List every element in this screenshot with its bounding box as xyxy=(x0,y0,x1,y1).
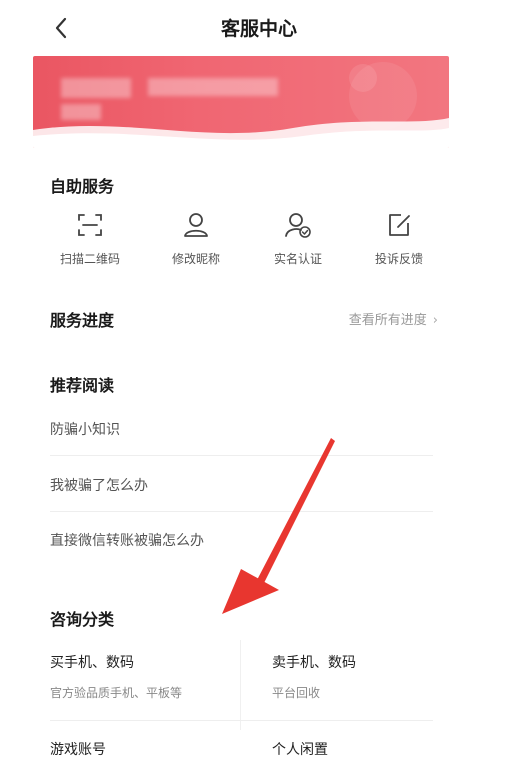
service-complaint[interactable]: 投诉反馈 xyxy=(355,210,443,267)
category-name: 个人闲置 xyxy=(272,742,328,758)
category-name: 买手机、数码 xyxy=(50,655,134,671)
reading-item[interactable]: 防骗小知识 xyxy=(50,419,433,439)
consult-category-buy[interactable]: 买手机、数码 官方验品质手机、平板等 xyxy=(50,652,240,701)
verified-user-icon xyxy=(285,213,311,238)
view-all-progress-link[interactable]: 查看所有进度 › xyxy=(349,309,438,328)
consult-category-sell[interactable]: 卖手机、数码 平台回收 xyxy=(272,652,462,701)
divider xyxy=(50,511,433,512)
service-scan-qr[interactable]: 扫描二维码 xyxy=(46,210,134,267)
divider xyxy=(50,720,433,721)
section-self-service-title: 自助服务 xyxy=(50,177,115,196)
reading-item[interactable]: 我被骗了怎么办 xyxy=(50,475,433,495)
service-label: 修改昵称 xyxy=(171,252,220,266)
consult-category-game-account[interactable]: 游戏账号 xyxy=(50,739,240,759)
view-all-progress-label: 查看所有进度 xyxy=(348,313,427,328)
consult-category-personal-idle[interactable]: 个人闲置 xyxy=(272,739,462,759)
user-banner xyxy=(33,56,449,148)
user-icon xyxy=(184,213,208,237)
top-bar: 客服中心 xyxy=(0,0,518,56)
category-desc: 平台回收 xyxy=(272,686,321,700)
service-edit-nickname[interactable]: 修改昵称 xyxy=(152,210,240,267)
service-label: 实名认证 xyxy=(273,252,322,266)
section-consult-title: 咨询分类 xyxy=(50,610,115,629)
section-reading-title: 推荐阅读 xyxy=(50,376,115,395)
service-label: 扫描二维码 xyxy=(59,252,120,266)
blurred-avatar xyxy=(61,78,131,98)
column-separator xyxy=(240,640,241,730)
edit-icon xyxy=(389,214,410,236)
divider xyxy=(50,455,433,456)
service-label: 投诉反馈 xyxy=(374,252,423,266)
category-desc: 官方验品质手机、平板等 xyxy=(50,686,183,700)
chevron-right-icon: › xyxy=(432,313,438,328)
page-title: 客服中心 xyxy=(220,18,297,40)
category-name: 卖手机、数码 xyxy=(272,655,356,671)
scan-icon xyxy=(78,214,102,236)
banner-wave-decoration xyxy=(33,62,449,148)
service-real-name[interactable]: 实名认证 xyxy=(254,210,342,267)
reading-item[interactable]: 直接微信转账被骗怎么办 xyxy=(50,530,433,550)
blurred-username xyxy=(148,78,278,96)
blurred-info xyxy=(61,104,101,120)
section-progress-title: 服务进度 xyxy=(50,311,115,330)
category-name: 游戏账号 xyxy=(50,742,106,758)
